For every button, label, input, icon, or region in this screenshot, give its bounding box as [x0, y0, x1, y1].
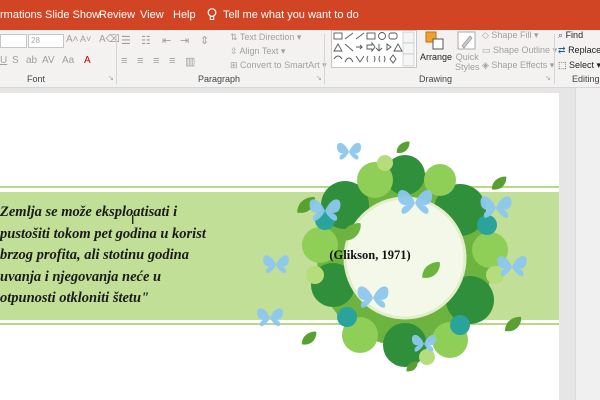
ribbon: 28 A˄ A˅ A⌫ U S ab AV Aa A Font ☰ ☷ ⇤ ⇥ … — [0, 30, 600, 88]
align-text-button[interactable]: ⇳ Align Text ▾ — [230, 46, 285, 57]
select-label: Select — [569, 60, 595, 70]
editing-group-label: Editing — [572, 74, 600, 84]
font-size-value: 28 — [31, 36, 40, 45]
drawing-group-label: Drawing — [419, 74, 453, 84]
indent-icon[interactable]: ⇤ — [162, 34, 171, 47]
citation-text[interactable]: (Glikson, 1971) — [300, 248, 440, 263]
shapes-gallery-icons — [333, 31, 415, 67]
tell-me-text: Tell me what you want to do — [223, 8, 359, 21]
font-group-label: Font — [27, 74, 46, 84]
tell-me-search[interactable]: Tell me what you want to do — [207, 8, 359, 21]
columns-icon[interactable]: ▥ — [185, 55, 195, 68]
find-icon: ⌕ — [558, 30, 564, 40]
lightbulb-icon — [207, 8, 217, 20]
arrange-icon — [425, 31, 444, 50]
arrange-button[interactable]: Arrange — [420, 30, 453, 70]
align-left-icon[interactable]: ≡ — [121, 55, 127, 67]
tab-help[interactable]: Help — [173, 9, 196, 21]
find-label: Find — [565, 30, 584, 40]
select-icon: ⬚ — [558, 60, 567, 70]
convert-smartart-button[interactable]: ⊞ Convert to SmartArt ▾ — [230, 60, 327, 71]
bullets-icon[interactable]: ☰ — [121, 34, 131, 47]
convert-smartart-label: Convert to SmartArt — [240, 60, 320, 70]
tab-view[interactable]: View — [140, 9, 164, 21]
arrange-label: Arrange — [420, 52, 453, 62]
replace-button[interactable]: ⇄ Replace — [558, 45, 600, 56]
shape-effects-label: Shape Effects — [491, 60, 548, 70]
change-case-button[interactable]: Aa — [62, 55, 74, 66]
find-button[interactable]: ⌕ Find — [558, 30, 583, 41]
drawing-dialog-launcher-icon[interactable]: ↘ — [545, 74, 551, 82]
line-spacing-icon[interactable]: ⇕ — [200, 34, 209, 47]
quick-styles-button[interactable]: Quick Styles — [452, 30, 482, 72]
shapes-gallery[interactable] — [331, 30, 417, 68]
shape-fill-button[interactable]: ◇ Shape Fill ▾ — [482, 30, 538, 41]
numbering-icon[interactable]: ☷ — [141, 34, 151, 47]
font-size-dropdown[interactable]: 28 — [28, 34, 64, 48]
divider — [116, 34, 117, 84]
font-family-dropdown[interactable] — [0, 34, 27, 48]
shape-effects-button[interactable]: ◈ Shape Effects ▾ — [482, 60, 554, 71]
text-direction-label: Text Direction — [239, 32, 295, 42]
outdent-icon[interactable]: ⇥ — [180, 34, 189, 47]
decrease-font-icon[interactable]: A˅ — [80, 34, 91, 44]
quick-styles-icon — [457, 31, 476, 50]
align-text-label: Align Text — [239, 46, 279, 56]
divider — [554, 34, 555, 84]
font-color-icon[interactable]: A — [84, 55, 91, 66]
char-spacing-icon[interactable]: AV — [42, 55, 55, 66]
select-button[interactable]: ⬚ Select ▾ — [558, 60, 600, 71]
shadow-icon[interactable]: ab — [26, 55, 37, 66]
strikethrough-icon[interactable]: S — [12, 55, 19, 66]
align-right-icon[interactable]: ≡ — [153, 55, 159, 67]
divider — [324, 34, 325, 84]
underline-icon[interactable]: U — [0, 55, 7, 66]
shape-outline-button[interactable]: ▭ Shape Outline ▾ — [482, 45, 557, 56]
vertical-scrollbar[interactable] — [575, 88, 600, 400]
text-cursor-icon: I — [131, 213, 135, 227]
shape-fill-label: Shape Fill — [491, 30, 532, 40]
justify-icon[interactable]: ≡ — [169, 55, 175, 67]
replace-label: Replace — [568, 45, 600, 55]
align-center-icon[interactable]: ≡ — [137, 55, 143, 67]
text-direction-button[interactable]: ⇅ Text Direction ▾ — [230, 32, 301, 43]
replace-icon: ⇄ — [558, 45, 566, 55]
font-dialog-launcher-icon[interactable]: ↘ — [108, 74, 114, 82]
paragraph-group-label: Paragraph — [198, 74, 241, 84]
shape-outline-label: Shape Outline — [493, 45, 551, 55]
tab-review[interactable]: Review — [99, 9, 135, 21]
tab-animations[interactable]: rmations — [0, 9, 42, 21]
paragraph-dialog-launcher-icon[interactable]: ↘ — [316, 74, 322, 82]
tab-slide-show[interactable]: Slide Show — [45, 9, 100, 21]
increase-font-icon[interactable]: A˄ — [66, 34, 79, 45]
quick-styles-label: Quick Styles — [455, 52, 480, 72]
ribbon-tab-bar: rmations Slide Show Review View Help Tel… — [0, 0, 600, 30]
